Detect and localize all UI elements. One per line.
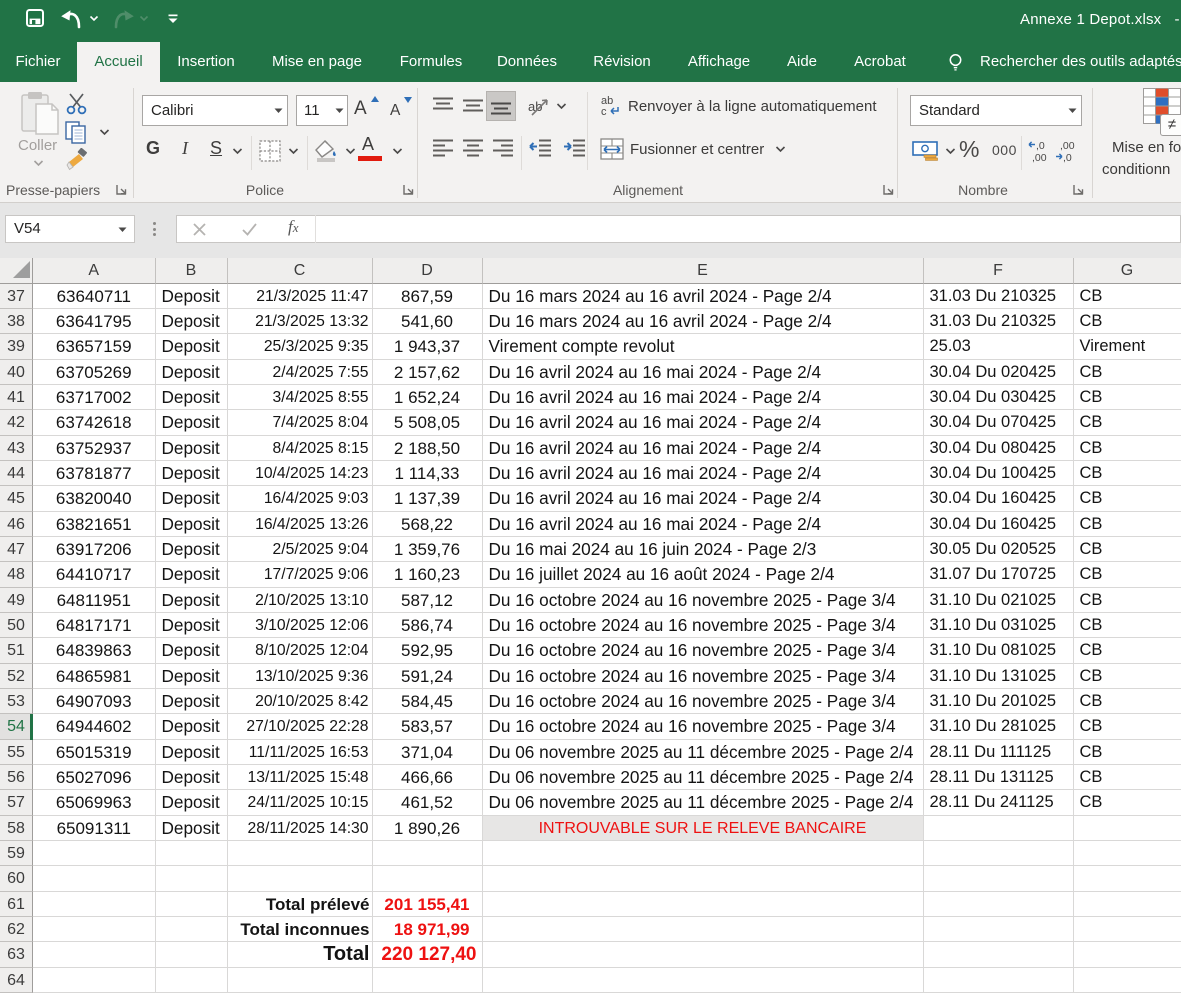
svg-text:,00: ,00 bbox=[1032, 152, 1047, 163]
svg-text:,00: ,00 bbox=[1060, 140, 1075, 152]
svg-text:c: c bbox=[601, 106, 607, 117]
svg-text:,0: ,0 bbox=[1036, 140, 1045, 152]
svg-text:,0: ,0 bbox=[1063, 152, 1072, 163]
